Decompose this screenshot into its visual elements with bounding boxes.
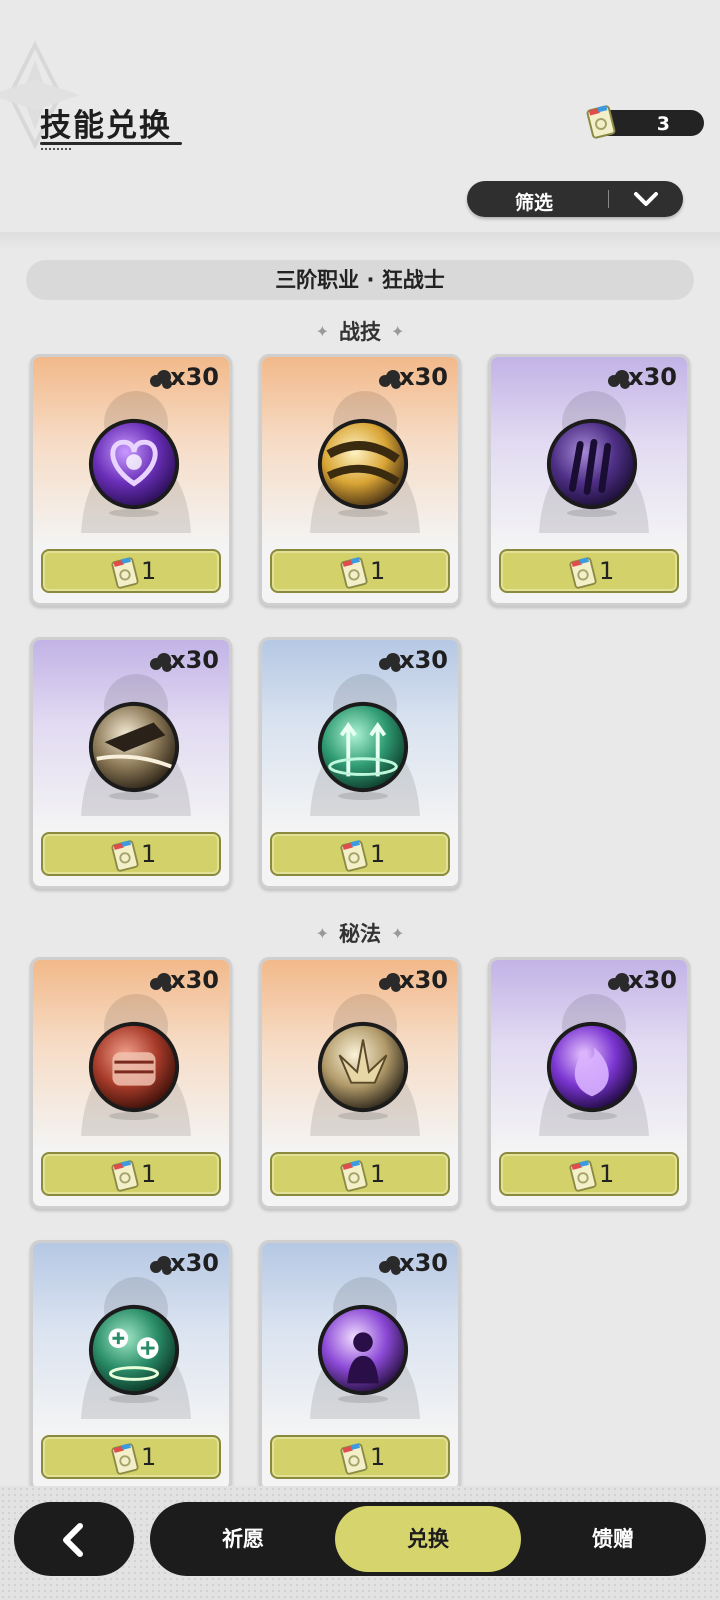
chevron-down-icon xyxy=(632,189,660,213)
exchange-button[interactable]: 1 xyxy=(270,832,450,876)
skill-card[interactable]: x30 1 xyxy=(259,957,461,1209)
title-underline xyxy=(40,142,182,145)
title-dots xyxy=(40,148,72,150)
sparkle-icon: ✦ xyxy=(391,924,405,943)
back-button[interactable] xyxy=(14,1502,134,1576)
ticket-icon xyxy=(109,1159,141,1197)
sparkle-icon: ✦ xyxy=(315,924,329,943)
purple-figure-skill-icon xyxy=(314,1301,412,1403)
exchange-cost: 1 xyxy=(141,557,157,585)
card-quantity: x30 xyxy=(399,966,448,994)
tab-exchange[interactable]: 兑换 xyxy=(335,1506,521,1572)
gold-spikes-skill-icon xyxy=(314,1018,412,1120)
skill-card[interactable]: x30 1 xyxy=(30,1240,232,1492)
skill-card[interactable]: x30 1 xyxy=(488,354,690,606)
ticket-icon xyxy=(338,1442,370,1480)
purple-flame-skill-icon xyxy=(543,1018,641,1120)
exchange-cost: 1 xyxy=(141,1443,157,1471)
exchange-button[interactable]: 1 xyxy=(41,1435,221,1479)
page-title: 技能兑换 xyxy=(40,108,172,144)
exchange-button[interactable]: 1 xyxy=(41,549,221,593)
skill-card[interactable]: x30 1 xyxy=(488,957,690,1209)
ticket-icon xyxy=(109,1442,141,1480)
skill-card[interactable]: x30 1 xyxy=(259,354,461,606)
header-divider xyxy=(0,232,720,250)
purple-claw-skill-icon xyxy=(543,415,641,517)
dark-slash-skill-icon xyxy=(85,698,183,800)
filter-label: 筛选 xyxy=(515,192,554,214)
card-quantity: x30 xyxy=(170,1249,219,1277)
exchange-cost: 1 xyxy=(370,557,386,585)
skill-card[interactable]: x30 1 xyxy=(259,637,461,889)
currency-counter: 3 xyxy=(586,105,704,139)
exchange-button[interactable]: 1 xyxy=(41,832,221,876)
exchange-cost: 1 xyxy=(370,840,386,868)
card-quantity: x30 xyxy=(170,363,219,391)
section-title-combat: 战技 xyxy=(339,320,381,344)
ticket-icon xyxy=(338,839,370,877)
ticket-icon xyxy=(338,556,370,594)
section-header-combat: ✦ 战技 ✦ xyxy=(0,316,720,346)
exchange-button[interactable]: 1 xyxy=(270,549,450,593)
skill-card[interactable]: x30 1 xyxy=(259,1240,461,1492)
sparkle-icon: ✦ xyxy=(315,322,329,341)
red-fist-skill-icon xyxy=(85,1018,183,1120)
exchange-cost: 1 xyxy=(141,840,157,868)
sparkle-icon: ✦ xyxy=(391,322,405,341)
ticket-icon xyxy=(109,839,141,877)
ticket-icon xyxy=(584,104,618,144)
exchange-button[interactable]: 1 xyxy=(270,1152,450,1196)
card-quantity: x30 xyxy=(399,646,448,674)
card-quantity: x30 xyxy=(170,646,219,674)
section-header-arcane: ✦ 秘法 ✦ xyxy=(0,918,720,948)
card-quantity: x30 xyxy=(399,1249,448,1277)
ticket-icon xyxy=(567,556,599,594)
purple-heart-skill-icon xyxy=(85,415,183,517)
back-arrow-icon xyxy=(63,1523,83,1557)
gold-swirl-skill-icon xyxy=(314,415,412,517)
card-quantity: x30 xyxy=(399,363,448,391)
exchange-button[interactable]: 1 xyxy=(499,549,679,593)
exchange-cost: 1 xyxy=(370,1160,386,1188)
currency-count: 3 xyxy=(656,113,670,135)
exchange-cost: 1 xyxy=(599,557,615,585)
green-heal-skill-icon xyxy=(85,1301,183,1403)
exchange-button[interactable]: 1 xyxy=(41,1152,221,1196)
ticket-icon xyxy=(338,1159,370,1197)
card-quantity: x30 xyxy=(628,363,677,391)
green-arrows-skill-icon xyxy=(314,698,412,800)
exchange-cost: 1 xyxy=(370,1443,386,1471)
class-bar: 三阶职业 · 狂战士 xyxy=(26,260,694,300)
card-quantity: x30 xyxy=(170,966,219,994)
exchange-cost: 1 xyxy=(599,1160,615,1188)
exchange-button[interactable]: 1 xyxy=(270,1435,450,1479)
skill-card[interactable]: x30 1 xyxy=(30,637,232,889)
section-title-arcane: 秘法 xyxy=(339,922,381,946)
tab-gift[interactable]: 馈赠 xyxy=(520,1502,706,1576)
tab-wish[interactable]: 祈愿 xyxy=(150,1502,336,1576)
ticket-icon xyxy=(109,556,141,594)
exchange-cost: 1 xyxy=(141,1160,157,1188)
filter-separator xyxy=(608,190,609,208)
bottom-tab-bar: 祈愿 兑换 馈赠 xyxy=(150,1502,706,1576)
card-quantity: x30 xyxy=(628,966,677,994)
ticket-icon xyxy=(567,1159,599,1197)
skill-card[interactable]: x30 1 xyxy=(30,354,232,606)
skill-card[interactable]: x30 1 xyxy=(30,957,232,1209)
exchange-button[interactable]: 1 xyxy=(499,1152,679,1196)
filter-dropdown[interactable]: 筛选 xyxy=(467,181,683,217)
